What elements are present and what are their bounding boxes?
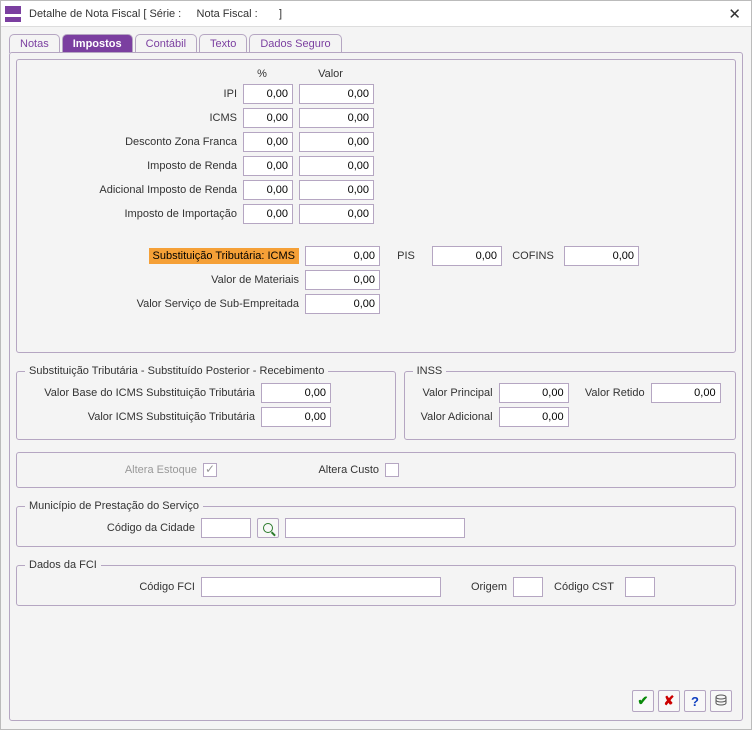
label-origem: Origem <box>447 581 507 593</box>
header-valor: Valor <box>293 68 368 80</box>
label-altera-custo: Altera Custo <box>299 464 379 476</box>
input-valor-materiais[interactable] <box>305 270 380 290</box>
input-icms-pct[interactable] <box>243 108 293 128</box>
label-st-icms-val: Valor ICMS Substituição Tributária <box>25 411 255 423</box>
legend-municipio: Município de Prestação do Serviço <box>25 500 203 512</box>
label-desc-zf: Desconto Zona Franca <box>27 136 237 148</box>
tab-notas[interactable]: Notas <box>9 34 60 53</box>
input-ii-pct[interactable] <box>243 204 293 224</box>
input-adic-ir-valor[interactable] <box>299 180 374 200</box>
input-inss-retido[interactable] <box>651 383 721 403</box>
checkbox-altera-estoque[interactable] <box>203 463 217 477</box>
legend-inss: INSS <box>413 365 447 377</box>
label-valor-materiais: Valor de Materiais <box>27 274 299 286</box>
input-adic-ir-pct[interactable] <box>243 180 293 200</box>
label-ii: Imposto de Importação <box>27 208 237 220</box>
input-ipi-pct[interactable] <box>243 84 293 104</box>
legend-fci: Dados da FCI <box>25 559 101 571</box>
ok-button[interactable]: ✔ <box>632 690 654 712</box>
input-valor-servico[interactable] <box>305 294 380 314</box>
label-codigo-fci: Código FCI <box>25 581 195 593</box>
sql-button[interactable] <box>710 690 732 712</box>
titlebar: Detalhe de Nota Fiscal [ Série : Nota Fi… <box>1 1 751 27</box>
input-inss-principal[interactable] <box>499 383 569 403</box>
tab-texto[interactable]: Texto <box>199 34 247 53</box>
group-municipio: Município de Prestação do Serviço Código… <box>16 500 736 547</box>
label-ipi: IPI <box>27 88 237 100</box>
label-adic-ir: Adicional Imposto de Renda <box>27 184 237 196</box>
input-ii-valor[interactable] <box>299 204 374 224</box>
label-icms: ICMS <box>27 112 237 124</box>
close-icon[interactable]: ✕ <box>722 5 747 23</box>
group-st-posterior: Substituição Tributária - Substituído Po… <box>16 365 396 440</box>
input-st-base[interactable] <box>261 383 331 403</box>
input-desc-zf-valor[interactable] <box>299 132 374 152</box>
group-fci: Dados da FCI Código FCI Origem Código CS… <box>16 559 736 606</box>
label-st-base: Valor Base do ICMS Substituição Tributár… <box>25 387 255 399</box>
label-inss-retido: Valor Retido <box>575 387 645 399</box>
button-bar: ✔ ✘ ? <box>632 690 732 712</box>
label-valor-servico: Valor Serviço de Sub-Empreitada <box>27 298 299 310</box>
input-pis-valor[interactable] <box>432 246 502 266</box>
input-ir-valor[interactable] <box>299 156 374 176</box>
cancel-button[interactable]: ✘ <box>658 690 680 712</box>
label-st-icms: Substituição Tributária: ICMS <box>149 248 299 264</box>
tab-panel-impostos: % Valor IPI ICMS Desconto Zona Franca Im <box>9 52 743 721</box>
input-st-icms-val[interactable] <box>261 407 331 427</box>
tab-dados-seguro[interactable]: Dados Seguro <box>249 34 341 53</box>
label-inss-adicional: Valor Adicional <box>413 411 493 423</box>
magnifier-icon <box>263 523 273 533</box>
label-codigo-cidade: Código da Cidade <box>25 522 195 534</box>
input-nome-cidade[interactable] <box>285 518 465 538</box>
input-codigo-cidade[interactable] <box>201 518 251 538</box>
label-cofins: COFINS <box>508 250 558 262</box>
group-inss: INSS Valor Principal Valor Retido Valor … <box>404 365 736 440</box>
help-button[interactable]: ? <box>684 690 706 712</box>
label-ir: Imposto de Renda <box>27 160 237 172</box>
label-codigo-cst: Código CST <box>549 581 619 593</box>
input-codigo-cst[interactable] <box>625 577 655 597</box>
legend-st-posterior: Substituição Tributária - Substituído Po… <box>25 365 328 377</box>
header-pct: % <box>237 68 287 80</box>
window: Detalhe de Nota Fiscal [ Série : Nota Fi… <box>0 0 752 730</box>
input-inss-adicional[interactable] <box>499 407 569 427</box>
input-cofins-valor[interactable] <box>564 246 639 266</box>
input-ir-pct[interactable] <box>243 156 293 176</box>
tab-contabil[interactable]: Contábil <box>135 34 197 53</box>
label-pis: PIS <box>386 250 426 262</box>
window-title: Detalhe de Nota Fiscal [ Série : Nota Fi… <box>29 8 722 20</box>
input-st-icms-valor[interactable] <box>305 246 380 266</box>
label-inss-principal: Valor Principal <box>413 387 493 399</box>
label-altera-estoque: Altera Estoque <box>27 464 197 476</box>
input-codigo-fci[interactable] <box>201 577 441 597</box>
app-icon <box>5 6 21 22</box>
input-origem[interactable] <box>513 577 543 597</box>
checkbox-altera-custo[interactable] <box>385 463 399 477</box>
tabbar: Notas Impostos Contábil Texto Dados Segu… <box>1 27 751 52</box>
input-icms-valor[interactable] <box>299 108 374 128</box>
lookup-cidade-button[interactable] <box>257 518 279 538</box>
input-ipi-valor[interactable] <box>299 84 374 104</box>
database-icon <box>714 694 728 708</box>
tab-impostos[interactable]: Impostos <box>62 34 133 53</box>
input-desc-zf-pct[interactable] <box>243 132 293 152</box>
